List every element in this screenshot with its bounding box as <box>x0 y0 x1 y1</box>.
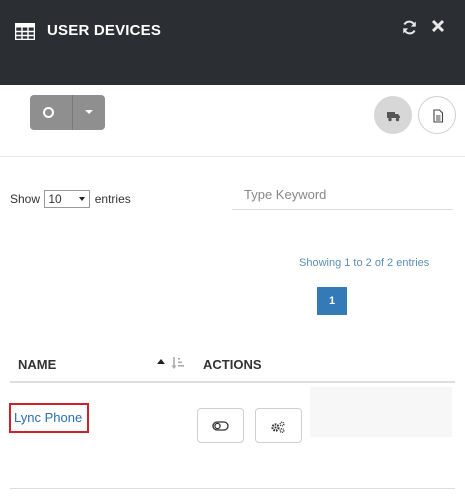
close-icon[interactable] <box>431 19 445 33</box>
show-label: Show <box>10 192 41 206</box>
toggle-icon <box>212 421 229 431</box>
settings-button[interactable] <box>255 408 302 443</box>
toolbar <box>0 85 465 157</box>
row-shade <box>310 387 452 437</box>
table-bottom-border <box>10 488 455 489</box>
table-header: NAME ACTIONS <box>10 345 455 383</box>
panel-header: USER DEVICES <box>0 0 465 85</box>
caret-down-icon <box>85 110 93 114</box>
document-icon <box>433 109 444 123</box>
select-arrow-icon <box>79 197 86 201</box>
cogs-icon <box>271 421 285 433</box>
circle-icon <box>43 107 54 118</box>
page-button-current[interactable]: 1 <box>317 287 347 315</box>
entries-select-value: 10 <box>48 192 62 206</box>
entries-label: entries <box>94 192 131 206</box>
device-name-link[interactable]: Lync Phone <box>14 410 82 425</box>
search-input[interactable] <box>232 180 453 210</box>
document-button[interactable] <box>418 96 456 134</box>
truck-button[interactable] <box>374 96 412 134</box>
entries-length-control: Show 10 entries <box>10 190 131 208</box>
sort-asc-icon[interactable] <box>157 359 165 364</box>
status-dropdown-toggle[interactable] <box>73 95 105 130</box>
table-info: Showing 1 to 2 of 2 entries <box>299 257 430 269</box>
status-button[interactable] <box>30 95 72 130</box>
refresh-icon[interactable] <box>402 20 417 35</box>
status-split-button <box>30 95 105 130</box>
toggle-button[interactable] <box>197 408 244 443</box>
column-header-actions: ACTIONS <box>203 357 262 372</box>
table-icon <box>15 23 35 40</box>
device-name-cell: Lync Phone <box>9 403 89 433</box>
sort-amount-icon[interactable] <box>171 356 185 370</box>
truck-icon <box>387 112 400 122</box>
entries-select[interactable]: 10 <box>44 190 91 208</box>
panel-title: USER DEVICES <box>47 22 162 39</box>
column-header-name[interactable]: NAME <box>18 357 56 372</box>
